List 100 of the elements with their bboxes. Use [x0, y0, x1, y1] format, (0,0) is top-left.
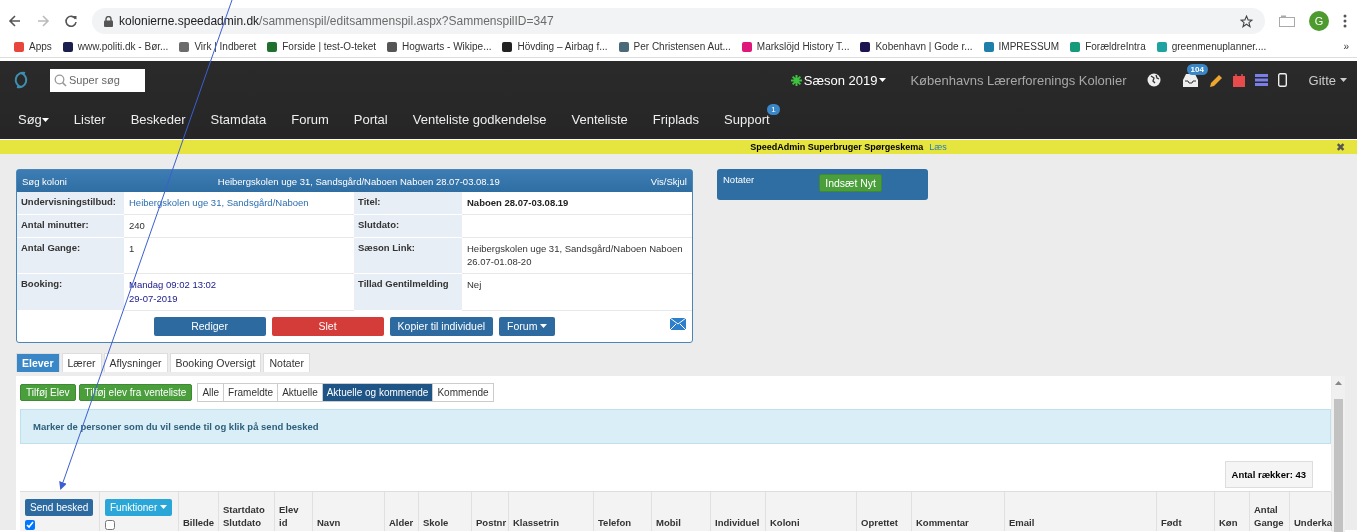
menu-item[interactable]: Venteliste: [571, 112, 628, 127]
row-checkbox[interactable]: [105, 519, 115, 530]
column-header[interactable]: Navn: [313, 491, 385, 531]
extension-icon[interactable]: [1279, 15, 1295, 27]
column-header[interactable]: Klassetrin: [509, 491, 594, 531]
notes-title: Notater: [723, 174, 755, 185]
tab[interactable]: Booking Oversigt: [169, 352, 262, 372]
field-label: Slutdato:: [354, 214, 462, 238]
organization-name: Københavns Lærerforenings Kolonier: [910, 72, 1127, 88]
search-icon: [54, 73, 67, 87]
tab[interactable]: Elever: [16, 352, 60, 372]
action-button[interactable]: Kopier til individuel: [389, 316, 494, 336]
url-path: /sammenspil/editsammenspil.aspx?SammenspilID=347: [259, 14, 554, 28]
bookmark[interactable]: Markslöjd History T...: [741, 41, 850, 52]
column-header[interactable]: Skole: [419, 491, 472, 531]
bookmark[interactable]: IMPRESSUM: [983, 41, 1060, 52]
menu-item[interactable]: Venteliste godkendelse: [412, 112, 547, 127]
notice-text: SpeedAdmin Superbruger Spørgeskema: [750, 142, 924, 152]
column-header[interactable]: Oprettet: [857, 491, 912, 531]
user-menu[interactable]: Gitte: [1308, 72, 1347, 88]
tab[interactable]: Aflysninger: [103, 352, 168, 372]
caret-icon: [160, 505, 168, 510]
field-value: Nej: [462, 274, 692, 311]
url-host: kolonierne.speedadmin.dk: [119, 14, 260, 28]
column-header[interactable]: Startdato Slutdato: [219, 491, 275, 531]
bookmark[interactable]: Forside | test-O-teket: [267, 41, 376, 52]
more-bookmarks[interactable]: »: [1343, 41, 1349, 52]
list-icon[interactable]: [1254, 74, 1268, 86]
lock-icon: [104, 15, 113, 27]
field-value: Heibergskolen uge 31, Sandsgård/Naboen Naboen 26.07-01.08-20: [462, 237, 692, 275]
field-label: Titel:: [354, 192, 462, 215]
filter-button[interactable]: Kommende: [432, 382, 494, 402]
bookmark[interactable]: www.politi.dk - Bør...: [62, 41, 169, 52]
menu-item[interactable]: Beskeder: [130, 112, 186, 127]
column-header[interactable]: Telefon: [594, 491, 652, 531]
filter-button[interactable]: Aktuelle og kommende: [321, 382, 434, 402]
menu-item[interactable]: Stamdata: [210, 112, 267, 127]
action-button[interactable]: Rediger: [153, 316, 266, 336]
caret-icon: [41, 117, 49, 122]
action-button[interactable]: Slet: [271, 316, 384, 336]
column-header[interactable]: Postnr: [472, 491, 509, 531]
menu-item[interactable]: Søg: [18, 112, 49, 127]
bookmark[interactable]: Kobenhavn | Gode r...: [860, 41, 973, 52]
scroll-up-icon[interactable]: [1335, 380, 1342, 385]
phone-icon[interactable]: [1277, 73, 1287, 87]
column-header[interactable]: Kommentar: [912, 491, 1005, 531]
tab[interactable]: Lærer: [61, 352, 102, 372]
send-message-button[interactable]: Send besked: [25, 498, 94, 516]
column-header[interactable]: Individuel: [711, 491, 766, 531]
field-value[interactable]: Heibergskolen uge 31, Sandsgård/Naboen: [124, 192, 354, 215]
scrollbar[interactable]: [1332, 375, 1345, 532]
row-count: Antal rækker: 43: [1224, 460, 1313, 488]
menu-icon[interactable]: [1343, 14, 1347, 28]
column-header[interactable]: Mobil: [652, 491, 711, 531]
action-button[interactable]: Forum: [499, 316, 556, 336]
bookmark[interactable]: Hogwarts - Wikipe...: [387, 41, 492, 52]
bookmark[interactable]: Hövding – Airbag f...: [502, 41, 608, 52]
menu-item[interactable]: Forum: [291, 112, 329, 127]
reload-icon[interactable]: [64, 14, 78, 28]
menu-item[interactable]: Friplads: [652, 112, 700, 127]
filter-button[interactable]: Frameldte: [223, 382, 279, 402]
bookmark[interactable]: ForældreIntra: [1070, 41, 1146, 52]
bookmark[interactable]: Apps: [14, 41, 52, 52]
inbox-icon[interactable]: [1182, 73, 1198, 87]
field-value: 240: [124, 214, 354, 238]
search-field[interactable]: Super søg: [50, 68, 145, 92]
close-button[interactable]: ✖: [1336, 140, 1345, 154]
field-label: Antal minutter:: [17, 214, 124, 238]
bookmark[interactable]: greenmenuplanner....: [1156, 41, 1267, 52]
pencil-icon[interactable]: [1209, 73, 1223, 87]
bookmark[interactable]: Virk | Indberet: [179, 41, 257, 52]
star-icon[interactable]: [1240, 14, 1253, 28]
globe-icon[interactable]: [1146, 73, 1161, 87]
filter-button[interactable]: Alle: [197, 382, 225, 402]
column-header[interactable]: Email: [1005, 491, 1157, 531]
back-icon[interactable]: [8, 14, 22, 28]
filter-button[interactable]: Aktuelle: [277, 382, 323, 402]
menu-item[interactable]: Portal: [353, 112, 388, 127]
toggle-link[interactable]: Vis/Skjul: [650, 175, 687, 187]
select-all-checkbox[interactable]: [25, 519, 35, 530]
column-header[interactable]: Alder: [385, 491, 419, 531]
profile-avatar[interactable]: G: [1309, 11, 1329, 31]
bookmark[interactable]: Per Christensen Aut...: [618, 41, 731, 52]
field-label: Tillad Gentilmelding: [354, 274, 462, 311]
column-header[interactable]: Antal Gange: [1250, 491, 1290, 531]
read-link[interactable]: Læs: [929, 142, 947, 152]
column-header[interactable]: Født: [1157, 491, 1215, 531]
menu-item[interactable]: Lister: [73, 112, 106, 127]
menu-item[interactable]: Support: [724, 112, 770, 127]
address-bar[interactable]: kolonierne.speedadmin.dk/sammenspil/editsammenspil.aspx?SammenspilID=347: [92, 8, 1265, 34]
calendar-icon[interactable]: [1232, 73, 1245, 87]
column-header[interactable]: Elev id: [275, 491, 313, 531]
mail-icon[interactable]: [670, 317, 686, 330]
column-header[interactable]: Koloni: [766, 491, 857, 531]
column-header[interactable]: Billede: [179, 491, 219, 531]
caret-icon: [1340, 78, 1347, 82]
tab[interactable]: Notater: [263, 352, 310, 372]
column-header[interactable]: Køn: [1215, 491, 1250, 531]
card-title: Heibergskolen uge 31, Sandsgård/Naboen Naboen 28.07-03.08.19: [217, 175, 500, 187]
season-dropdown[interactable]: Sæson 2019: [790, 72, 887, 88]
